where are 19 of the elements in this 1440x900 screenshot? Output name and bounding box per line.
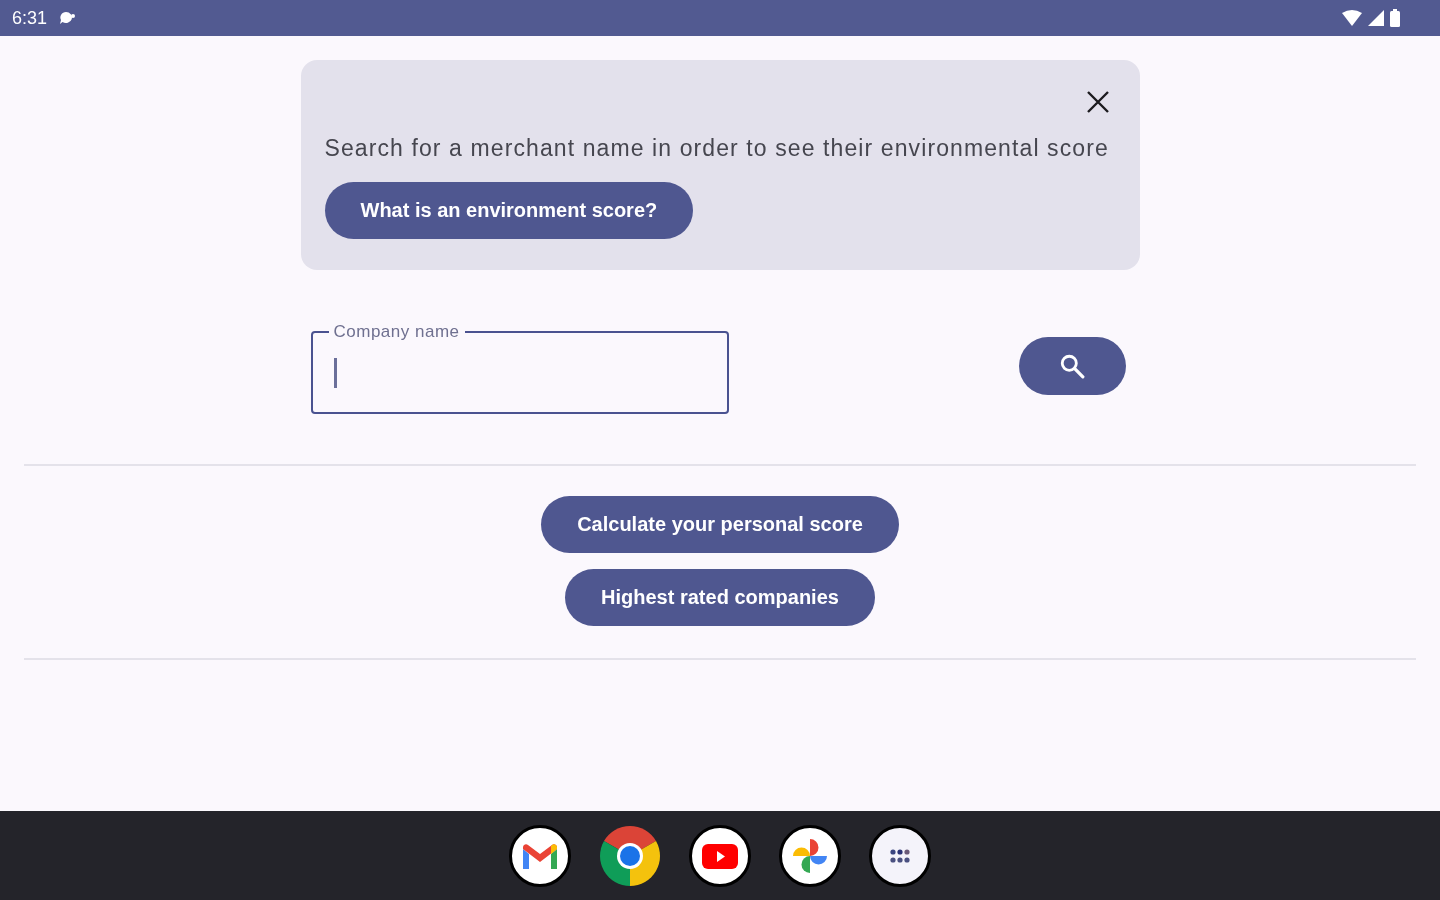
action-button[interactable]: Highest rated companies bbox=[565, 569, 875, 626]
close-icon[interactable] bbox=[1086, 91, 1109, 113]
signal-icon bbox=[1368, 10, 1384, 26]
search-button[interactable] bbox=[1018, 337, 1126, 395]
info-message: Search for a merchant name in order to see their environmental score bbox=[324, 135, 1109, 161]
info-button[interactable]: What is an environment score? bbox=[324, 182, 694, 239]
mail-app-icon[interactable] bbox=[509, 824, 571, 887]
chat-bubble-icon bbox=[59, 11, 76, 25]
video-app-icon[interactable] bbox=[689, 824, 751, 887]
pinwheel-app-icon[interactable] bbox=[779, 824, 841, 887]
text-cursor-icon bbox=[333, 357, 337, 388]
app-drawer-icon[interactable] bbox=[869, 824, 931, 887]
field-label: Company name bbox=[328, 322, 465, 342]
search-icon bbox=[1059, 353, 1085, 379]
browser-app-icon[interactable] bbox=[599, 824, 661, 887]
clock-time: 6:31 bbox=[12, 7, 48, 29]
wifi-icon bbox=[1342, 10, 1362, 26]
battery-icon bbox=[1390, 9, 1400, 27]
action-button[interactable]: Calculate your personal score bbox=[541, 496, 899, 553]
